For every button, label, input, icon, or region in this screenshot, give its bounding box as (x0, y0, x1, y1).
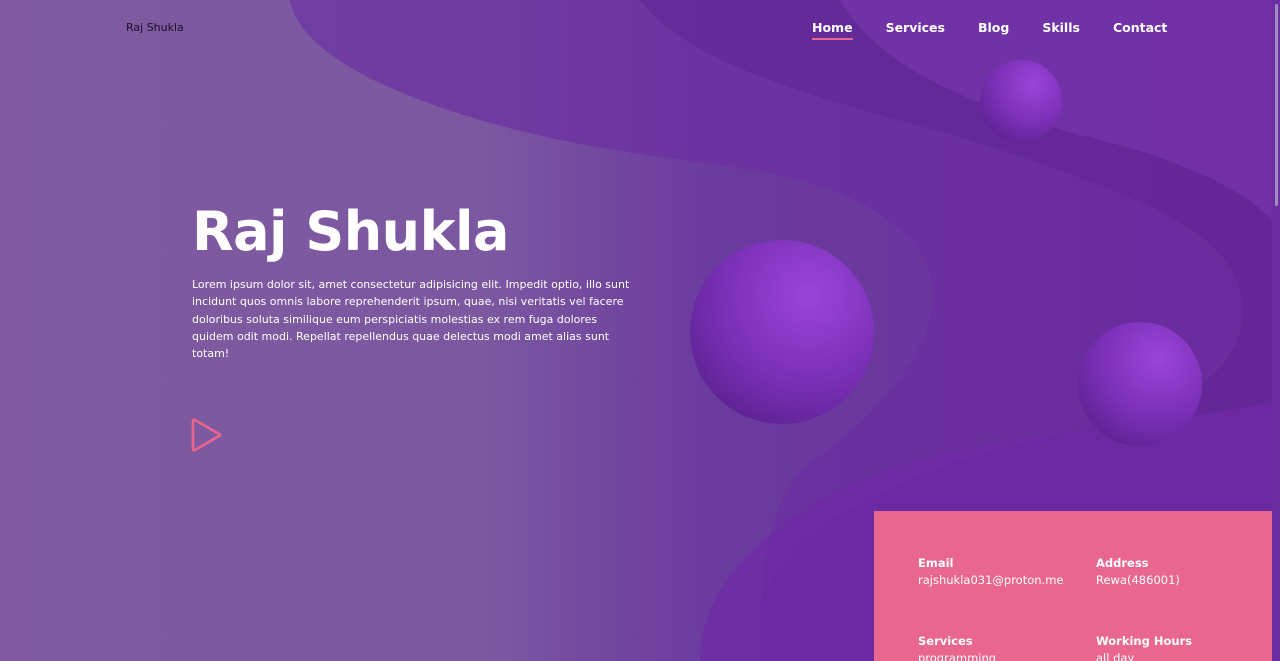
nav-home[interactable]: Home (812, 20, 853, 40)
hours-block: Working Hours all day (1096, 634, 1192, 661)
services-value: programming (918, 651, 997, 661)
address-value: Rewa(486001) (1096, 573, 1180, 587)
scrollbar[interactable] (1272, 0, 1280, 661)
decor-ball-small (980, 60, 1062, 142)
nav-services[interactable]: Services (886, 20, 945, 35)
address-label: Address (1096, 556, 1149, 570)
decor-ball-medium (1078, 322, 1202, 446)
hero-description: Lorem ipsum dolor sit, amet consectetur … (192, 278, 630, 361)
hours-value: all day (1096, 651, 1135, 661)
address-block: Address Rewa(486001) (1096, 556, 1180, 587)
decor-ball-large (690, 240, 874, 424)
brand-logo[interactable]: Raj Shukla (126, 21, 184, 34)
email-block: Email rajshukla031@proton.me (918, 556, 1063, 587)
hours-label: Working Hours (1096, 634, 1193, 648)
hero-title: Raj Shukla (192, 200, 509, 263)
email-label: Email (918, 556, 954, 570)
email-value[interactable]: rajshukla031@proton.me (918, 573, 1063, 587)
main-nav: Home Services Blog Skills Contact (812, 20, 1200, 40)
scrollbar-thumb[interactable] (1275, 4, 1278, 206)
services-block: Services programming (918, 634, 996, 661)
nav-contact[interactable]: Contact (1113, 20, 1167, 35)
page: Raj Shukla Home Services Blog Skills Con… (0, 0, 1280, 661)
nav-skills[interactable]: Skills (1042, 20, 1080, 35)
play-icon (191, 418, 222, 452)
play-button[interactable] (190, 416, 224, 454)
contact-info-card: Email rajshukla031@proton.me Address Rew… (874, 511, 1276, 661)
services-label: Services (918, 634, 973, 648)
nav-blog[interactable]: Blog (978, 20, 1009, 35)
